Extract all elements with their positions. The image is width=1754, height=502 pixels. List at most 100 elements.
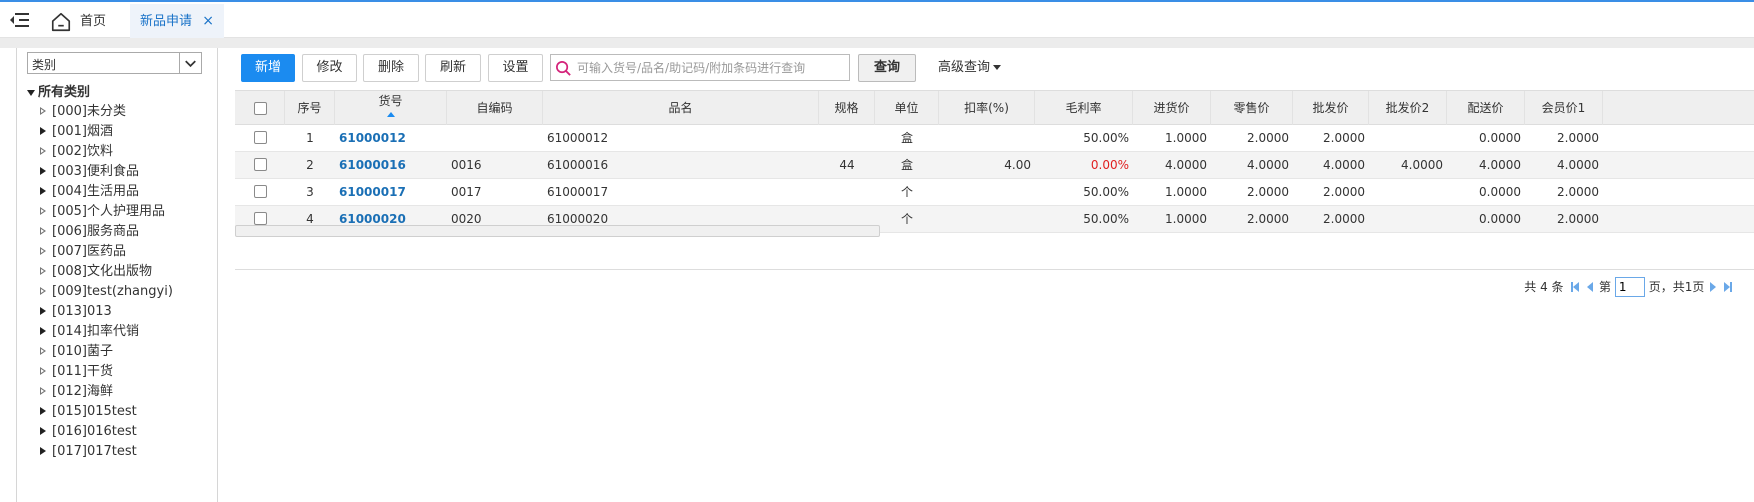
expand-arrow-icon[interactable] bbox=[40, 267, 46, 275]
header-sku[interactable]: 货号 bbox=[335, 91, 447, 125]
row-checkbox[interactable] bbox=[254, 131, 267, 144]
expand-arrow-icon[interactable] bbox=[40, 347, 46, 355]
header-discount[interactable]: 扣率(%) bbox=[939, 91, 1035, 125]
expand-arrow-icon[interactable] bbox=[40, 447, 46, 455]
tree-item[interactable]: [007]医药品 bbox=[25, 242, 215, 262]
tree-item[interactable]: [010]菌子 bbox=[25, 342, 215, 362]
header-delivery[interactable]: 配送价 bbox=[1447, 91, 1525, 125]
header-retail[interactable]: 零售价 bbox=[1211, 91, 1293, 125]
prev-page-icon[interactable] bbox=[1587, 281, 1594, 292]
search-input[interactable] bbox=[575, 58, 845, 78]
tree-item[interactable]: [016]016test bbox=[25, 422, 215, 442]
pager-page-suffix: 页，共1页 bbox=[1648, 279, 1705, 294]
category-select[interactable]: 类别 bbox=[27, 52, 202, 74]
expand-arrow-icon[interactable] bbox=[40, 147, 46, 155]
tree-item[interactable]: [001]烟酒 bbox=[25, 122, 215, 142]
cell-sku[interactable]: 61000016 bbox=[335, 152, 447, 178]
cell-retail: 2.0000 bbox=[1247, 131, 1289, 145]
header-member1[interactable]: 会员价1 bbox=[1525, 91, 1603, 125]
header-code[interactable]: 自编码 bbox=[447, 91, 543, 125]
select-all-checkbox[interactable] bbox=[254, 102, 267, 115]
tree-item[interactable]: [008]文化出版物 bbox=[25, 262, 215, 282]
expand-arrow-icon[interactable] bbox=[40, 427, 46, 435]
tree-item[interactable]: [006]服务商品 bbox=[25, 222, 215, 242]
tree-item-label: [001]烟酒 bbox=[52, 124, 113, 139]
header-name[interactable]: 品名 bbox=[543, 91, 819, 125]
page-number-input[interactable] bbox=[1614, 276, 1645, 297]
table-row[interactable]: 2 61000016 0016 61000016 44 盒 4.00 0.00% 4.0000 4… bbox=[235, 152, 1754, 179]
edit-button[interactable]: 修改 bbox=[302, 54, 357, 82]
search-icon bbox=[556, 61, 571, 76]
search-box bbox=[550, 54, 850, 81]
cell-wholesale2 bbox=[1369, 179, 1447, 205]
expand-arrow-icon[interactable] bbox=[40, 387, 46, 395]
header-unit[interactable]: 单位 bbox=[875, 91, 939, 125]
expand-arrow-icon[interactable] bbox=[40, 327, 46, 335]
expand-arrow-icon[interactable] bbox=[40, 307, 46, 315]
advanced-search-dropdown[interactable]: 高级查询 bbox=[938, 54, 1002, 82]
tree-item[interactable]: [000]未分类 bbox=[25, 102, 215, 122]
tree-item-label: [012]海鲜 bbox=[52, 384, 113, 399]
menu-collapse-icon[interactable] bbox=[8, 11, 30, 29]
tree-item[interactable]: [015]015test bbox=[25, 402, 215, 422]
expand-arrow-icon[interactable] bbox=[40, 167, 46, 175]
cell-sku[interactable]: 61000017 bbox=[335, 179, 447, 205]
tree-item[interactable]: [002]饮料 bbox=[25, 142, 215, 162]
header-no[interactable]: 序号 bbox=[285, 91, 335, 125]
add-button[interactable]: 新增 bbox=[241, 54, 295, 82]
tab-home-label: 首页 bbox=[80, 14, 107, 29]
cell-spec: 44 bbox=[839, 158, 855, 172]
expand-arrow-icon[interactable] bbox=[40, 187, 46, 195]
cell-wholesale2: 4.0000 bbox=[1401, 158, 1443, 172]
close-tab-icon[interactable]: × bbox=[202, 4, 214, 39]
tree-item[interactable]: [013]013 bbox=[25, 302, 215, 322]
expand-arrow-icon[interactable] bbox=[40, 287, 46, 295]
expand-arrow-icon[interactable] bbox=[40, 367, 46, 375]
tree-item[interactable]: [003]便利食品 bbox=[25, 162, 215, 182]
header-spec[interactable]: 规格 bbox=[819, 91, 875, 125]
tree-item-label: [003]便利食品 bbox=[52, 164, 139, 179]
tab-new-product-request[interactable]: 新品申请 × bbox=[130, 4, 224, 39]
header-cost[interactable]: 进货价 bbox=[1133, 91, 1211, 125]
table-row[interactable]: 3 61000017 0017 61000017 个 50.00% 1.0000 2.0000… bbox=[235, 179, 1754, 206]
last-page-icon[interactable] bbox=[1724, 281, 1730, 292]
tree-item[interactable]: [017]017test bbox=[25, 442, 215, 462]
delete-button[interactable]: 删除 bbox=[363, 54, 419, 82]
tab-home[interactable]: 首页 bbox=[50, 4, 126, 39]
tree-item[interactable]: [005]个人护理用品 bbox=[25, 202, 215, 222]
expand-arrow-icon[interactable] bbox=[40, 207, 46, 215]
expand-arrow-icon[interactable] bbox=[40, 227, 46, 235]
cell-sku[interactable]: 61000012 bbox=[335, 125, 447, 151]
content-background bbox=[0, 38, 1754, 48]
row-checkbox[interactable] bbox=[254, 158, 267, 171]
row-checkbox[interactable] bbox=[254, 212, 267, 225]
first-page-icon[interactable] bbox=[1573, 281, 1580, 292]
tree-item[interactable]: [004]生活用品 bbox=[25, 182, 215, 202]
refresh-button[interactable]: 刷新 bbox=[425, 54, 481, 82]
chevron-down-icon[interactable] bbox=[179, 53, 201, 73]
header-margin[interactable]: 毛利率 bbox=[1035, 91, 1133, 125]
row-checkbox[interactable] bbox=[254, 185, 267, 198]
tree-item[interactable]: [009]test(zhangyi) bbox=[25, 282, 215, 302]
tree-item[interactable]: [014]扣率代销 bbox=[25, 322, 215, 342]
cell-delivery: 4.0000 bbox=[1479, 158, 1521, 172]
header-wholesale[interactable]: 批发价 bbox=[1293, 91, 1369, 125]
expand-arrow-icon[interactable] bbox=[40, 107, 46, 115]
expand-arrow-icon[interactable] bbox=[40, 407, 46, 415]
product-grid: 序号 货号 自编码 品名 规格 单位 扣率(%) 毛利率 进货价 零售价 批发价… bbox=[235, 90, 1754, 270]
search-button[interactable]: 查询 bbox=[858, 54, 916, 82]
cell-margin: 0.00% bbox=[1090, 158, 1129, 172]
cell-no: 3 bbox=[306, 185, 314, 199]
tree-root-all-categories[interactable]: 所有类别 bbox=[25, 84, 215, 102]
header-wholesale2[interactable]: 批发价2 bbox=[1369, 91, 1447, 125]
tree-item[interactable]: [011]干货 bbox=[25, 362, 215, 382]
next-page-icon[interactable] bbox=[1710, 281, 1717, 292]
tree-item[interactable]: [012]海鲜 bbox=[25, 382, 215, 402]
expand-arrow-icon[interactable] bbox=[40, 127, 46, 135]
settings-button[interactable]: 设置 bbox=[488, 54, 543, 82]
collapse-arrow-icon[interactable] bbox=[27, 90, 35, 96]
table-row[interactable]: 1 61000012 61000012 盒 50.00% 1.0000 2.0000 2.00… bbox=[235, 125, 1754, 152]
horizontal-scrollbar[interactable] bbox=[235, 225, 880, 237]
expand-arrow-icon[interactable] bbox=[40, 247, 46, 255]
tree-item-label: [011]干货 bbox=[52, 364, 113, 379]
